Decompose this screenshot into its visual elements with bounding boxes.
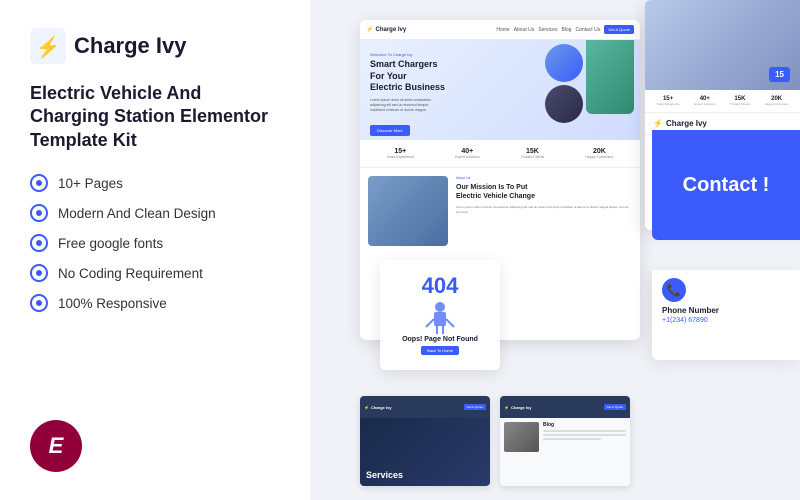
elementor-badge: E	[30, 420, 82, 472]
bullet-icon-0	[30, 174, 48, 192]
bullet-icon-3	[30, 264, 48, 282]
feature-item-0: 10+ Pages	[30, 174, 280, 192]
nav-link-services: Services	[538, 27, 557, 33]
contact-title: Contact !	[683, 174, 770, 197]
stat-customers-label: Happy Customers	[585, 155, 613, 159]
stat-experience-num: 15+	[387, 148, 414, 155]
svg-text:⚡: ⚡	[36, 35, 61, 59]
services-preview-card: ⚡ Charge Ivy Get A Quote Services	[360, 396, 490, 486]
tr-stat-0: 15+ Years Experience	[656, 96, 679, 106]
nav-logo-icon: ⚡	[366, 26, 373, 33]
preview-navbar: ⚡ Charge Ivy Home About Us Services Blog…	[360, 20, 640, 40]
services-card-content: Services	[360, 418, 490, 486]
phone-symbol: 📞	[667, 283, 682, 297]
nav-links: Home About Us Services Blog Contact Us G…	[496, 25, 634, 34]
nav-cta-button[interactable]: Get A Quote	[604, 25, 634, 34]
feature-label-1: Modern And Clean Design	[58, 206, 216, 221]
tr-stat-2: 15K Trusted Clients	[730, 96, 750, 106]
hero-cta-button[interactable]: Discover More	[370, 125, 410, 136]
bottom-preview-cards: ⚡ Charge Ivy Get A Quote Services ⚡ Char…	[360, 396, 630, 486]
top-right-stats: 15+ Years Experience 40+ Expert Advisors…	[645, 90, 800, 113]
stats-row: 15+ Years Experience 40+ Expert Advisors…	[360, 140, 640, 168]
feature-label-0: 10+ Pages	[58, 176, 123, 191]
stat-clients-label: Trusted Clients	[521, 155, 544, 159]
blog-section-title: Blog	[543, 422, 626, 428]
left-panel: ⚡ Charge Ivy Electric Vehicle And Chargi…	[0, 0, 310, 500]
phone-preview: 📞 Phone Number +1(234) 67890	[652, 270, 800, 360]
services-card-cta[interactable]: Get A Quote	[464, 404, 486, 410]
tr-stat-3: 20K Happy Customers	[765, 96, 789, 106]
nav-link-contact: Contact Us	[575, 27, 600, 33]
error-code: 404	[422, 275, 459, 297]
top-right-hero-image: 15	[645, 0, 800, 90]
stat-advisors-num: 40+	[455, 148, 479, 155]
error-404-card: 404 Oops! Page Not Found Back To Home	[380, 260, 500, 370]
right-panel: ⚡ Charge Ivy Home About Us Services Blog…	[310, 0, 800, 500]
error-illustration	[410, 299, 470, 334]
services-card-header: ⚡ Charge Ivy Get A Quote	[360, 396, 490, 418]
feature-item-2: Free google fonts	[30, 234, 280, 252]
feature-label-2: Free google fonts	[58, 236, 163, 251]
preview-hero: Welcome To Charge Ivy Smart ChargersFor …	[360, 40, 640, 140]
logo-icon: ⚡	[30, 28, 66, 64]
about-image	[368, 176, 448, 246]
bullet-icon-4	[30, 294, 48, 312]
blog-text-line-1	[543, 430, 626, 432]
tagline: Electric Vehicle And Charging Station El…	[30, 82, 280, 152]
contact-section: Contact !	[652, 130, 800, 240]
bullet-icon-1	[30, 204, 48, 222]
brand-name: Charge Ivy	[74, 33, 187, 59]
blog-text-block: Blog	[543, 422, 626, 452]
nav-link-home: Home	[496, 27, 509, 33]
phone-label: Phone Number	[662, 306, 790, 315]
feature-item-3: No Coding Requirement	[30, 264, 280, 282]
hero-text: Welcome To Charge Ivy Smart ChargersFor …	[370, 52, 630, 137]
stat-clients-num: 15K	[521, 148, 544, 155]
blog-card-header: ⚡ Charge Ivy Get A Quote	[500, 396, 630, 418]
blog-image	[504, 422, 539, 452]
about-title: Our Mission Is To PutElectric Vehicle Ch…	[456, 183, 632, 201]
blog-text-line-3	[543, 438, 601, 440]
about-badge: About Us	[456, 176, 632, 180]
counter-badge: 15	[769, 67, 790, 82]
phone-icon: 📞	[662, 278, 686, 302]
stat-experience-label: Years Experience	[387, 155, 414, 159]
about-text-block: About Us Our Mission Is To PutElectric V…	[456, 176, 632, 246]
blog-card-logo: Charge Ivy	[511, 405, 531, 410]
bullet-icon-2	[30, 234, 48, 252]
tr-stat-1: 40+ Expert Advisors	[694, 96, 715, 106]
stat-customers: 20K Happy Customers	[585, 148, 613, 159]
nav-logo-text: Charge Ivy	[375, 27, 406, 33]
error-cta-button[interactable]: Back To Home	[421, 346, 459, 355]
stat-advisors: 40+ Expert Advisors	[455, 148, 479, 159]
error-title: Oops! Page Not Found	[402, 336, 478, 343]
nav-logo: ⚡ Charge Ivy	[366, 26, 406, 33]
services-card-logo: Charge Ivy	[371, 405, 391, 410]
services-section-title: Services	[366, 470, 403, 480]
nav-link-about: About Us	[514, 27, 535, 33]
preview-about: About Us Our Mission Is To PutElectric V…	[360, 168, 640, 254]
logo-row: ⚡ Charge Ivy	[30, 28, 280, 64]
feature-item-4: 100% Responsive	[30, 294, 280, 312]
blog-card-content: Blog	[500, 418, 630, 486]
about-desc: Lorem ipsum dolor sit amet consectetur a…	[456, 205, 632, 214]
feature-label-4: 100% Responsive	[58, 296, 167, 311]
elementor-e-icon: E	[49, 433, 64, 459]
hero-title: Smart ChargersFor YourElectric Business	[370, 59, 630, 94]
features-list: 10+ Pages Modern And Clean Design Free g…	[30, 174, 280, 312]
hero-welcome: Welcome To Charge Ivy	[370, 52, 630, 57]
feature-item-1: Modern And Clean Design	[30, 204, 280, 222]
blog-card-cta[interactable]: Get A Quote	[604, 404, 626, 410]
hero-subtitle: Lorem ipsum dolor sit amet consecteturad…	[370, 98, 630, 113]
nav-link-blog: Blog	[561, 27, 571, 33]
stat-experience: 15+ Years Experience	[387, 148, 414, 159]
blog-text-line-2	[543, 434, 626, 436]
stat-customers-num: 20K	[585, 148, 613, 155]
phone-number: +1(234) 67890	[662, 317, 790, 324]
stat-clients: 15K Trusted Clients	[521, 148, 544, 159]
feature-label-3: No Coding Requirement	[58, 266, 203, 281]
blog-preview-card: ⚡ Charge Ivy Get A Quote Blog	[500, 396, 630, 486]
stat-advisors-label: Expert Advisors	[455, 155, 479, 159]
